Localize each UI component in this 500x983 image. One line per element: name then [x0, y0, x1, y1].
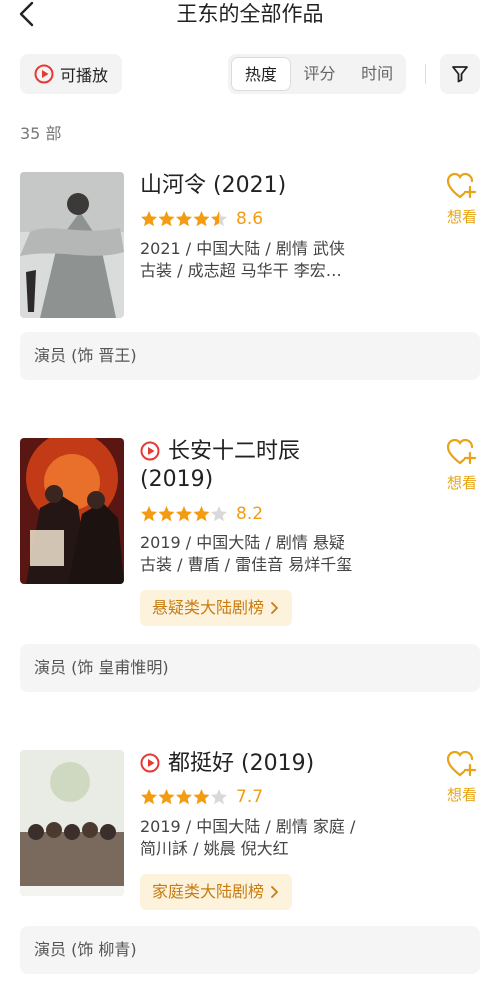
playable-label: 可播放	[59, 66, 108, 85]
meta-line: 古装 / 曹盾 / 雷佳音 易烊千玺	[140, 555, 353, 574]
meta-line: 2021 / 中国大陆 / 剧情 武侠	[140, 239, 345, 258]
sort-tabs: 热度 评分 时间	[228, 54, 406, 94]
movie-meta: 2019 / 中国大陆 / 剧情 家庭 / 简川訸 / 姚晨 倪大红	[140, 816, 410, 860]
poster-image[interactable]	[20, 750, 124, 896]
ranking-tag[interactable]: 家庭类大陆剧榜	[140, 874, 293, 910]
meta-line: 2019 / 中国大陆 / 剧情 家庭 /	[140, 817, 356, 836]
want-label: 想看	[446, 786, 477, 804]
role-info: 演员 (饰 晋王)	[20, 332, 480, 380]
want-to-watch-button[interactable]: 想看	[440, 750, 484, 805]
rating: 7.7	[140, 786, 263, 808]
filter-bar: 可播放 热度 评分 时间	[0, 54, 500, 98]
heart-plus-icon	[446, 438, 477, 465]
star-rating	[140, 210, 228, 228]
top-bar: 王东的全部作品	[0, 0, 500, 30]
poster-image[interactable]	[20, 172, 124, 318]
movie-meta: 2019 / 中国大陆 / 剧情 悬疑 古装 / 曹盾 / 雷佳音 易烊千玺	[140, 532, 410, 576]
star-icons	[141, 211, 227, 227]
heart-plus-icon	[446, 172, 477, 199]
want-label: 想看	[446, 474, 477, 492]
poster-image[interactable]	[20, 438, 124, 584]
meta-line: 简川訸 / 姚晨 倪大红	[140, 839, 289, 858]
tab-time[interactable]: 时间	[348, 57, 406, 91]
star-icons	[141, 506, 227, 522]
play-circle-icon	[140, 753, 160, 773]
works-count: 35 部	[20, 124, 62, 143]
funnel-icon	[452, 66, 468, 83]
star-rating	[140, 505, 228, 523]
meta-line: 2019 / 中国大陆 / 剧情 悬疑	[140, 533, 345, 552]
rating-score: 8.2	[236, 504, 264, 524]
play-circle-icon	[34, 64, 54, 84]
want-to-watch-button[interactable]: 想看	[440, 438, 484, 493]
divider	[425, 64, 426, 84]
tab-popularity[interactable]: 热度	[231, 57, 291, 91]
movie-title[interactable]: 山河令 (2021)	[140, 172, 420, 200]
playable-filter-button[interactable]: 可播放	[20, 54, 122, 94]
star-icons	[141, 789, 227, 805]
rating: 8.2	[140, 503, 263, 525]
movie-title[interactable]: 都挺好 (2019)	[140, 750, 420, 778]
play-circle-icon	[140, 441, 160, 461]
role-info: 演员 (饰 柳青)	[20, 926, 480, 974]
chevron-right-icon	[271, 602, 278, 614]
movie-title[interactable]: 长安十二时辰 (2019)	[140, 438, 420, 494]
chevron-right-icon	[271, 886, 278, 898]
filter-button[interactable]	[440, 54, 480, 94]
rating-score: 8.6	[236, 209, 264, 229]
page-title: 王东的全部作品	[176, 2, 324, 26]
want-to-watch-button[interactable]: 想看	[440, 172, 484, 227]
tab-rating[interactable]: 评分	[291, 57, 349, 91]
role-info: 演员 (饰 皇甫惟明)	[20, 644, 480, 692]
rating: 8.6	[140, 208, 263, 230]
star-rating	[140, 788, 228, 806]
meta-line: 古装 / 成志超 马华干 李宏…	[140, 261, 342, 280]
ranking-tag[interactable]: 悬疑类大陆剧榜	[140, 590, 293, 626]
want-label: 想看	[446, 208, 477, 226]
movie-meta: 2021 / 中国大陆 / 剧情 武侠 古装 / 成志超 马华干 李宏…	[140, 238, 410, 282]
rating-score: 7.7	[236, 787, 264, 807]
heart-plus-icon	[446, 750, 477, 777]
